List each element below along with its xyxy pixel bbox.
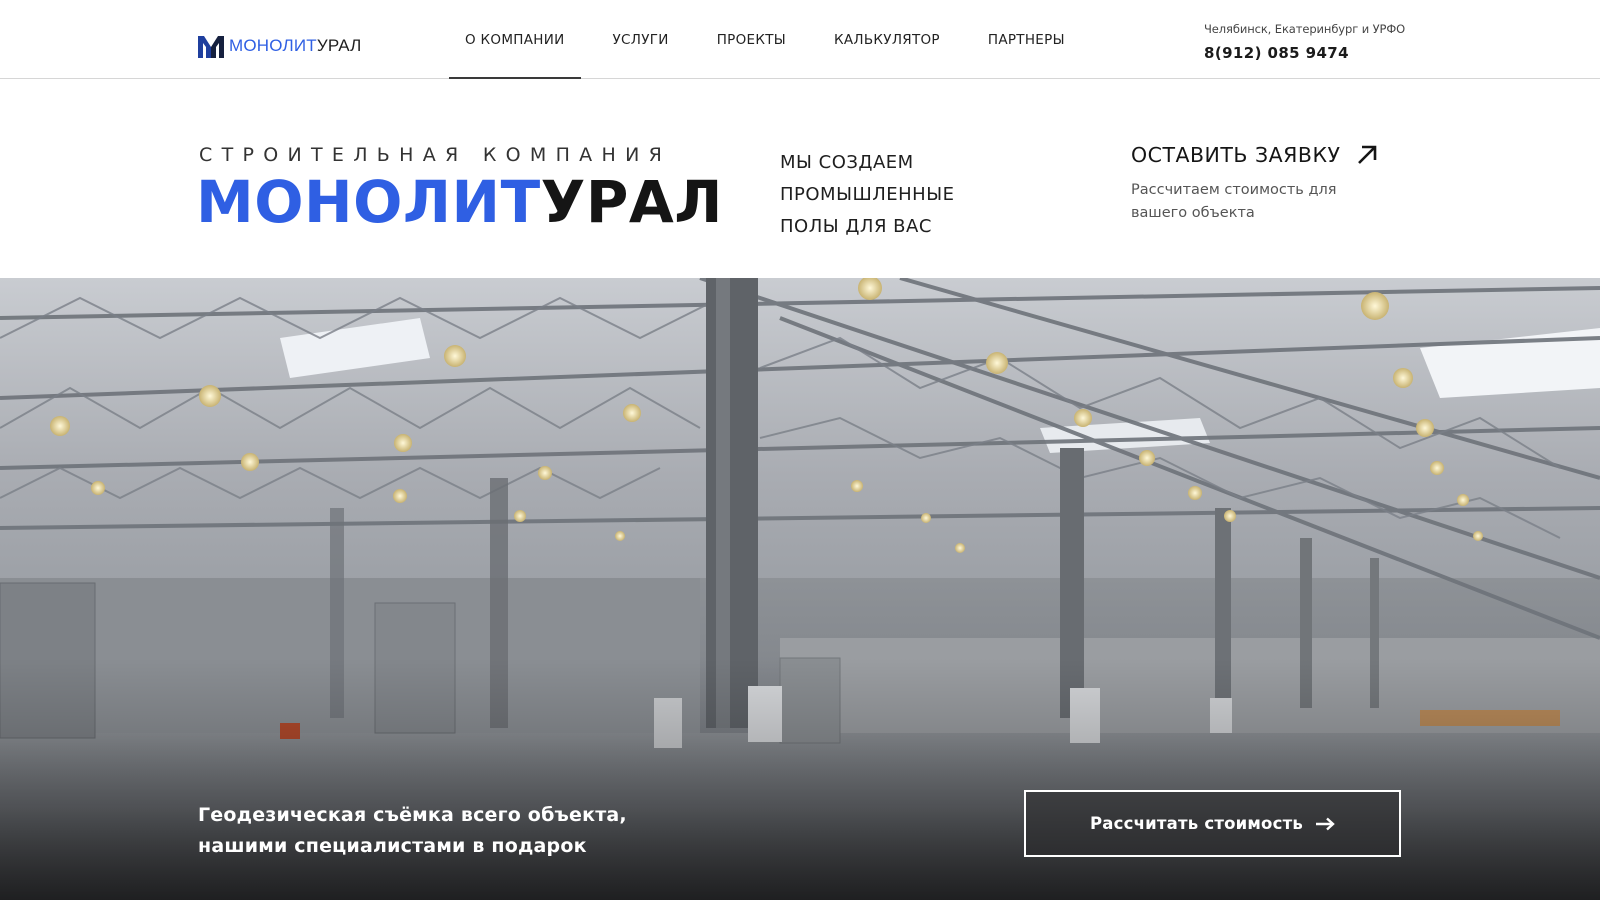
- request-note: Рассчитаем стоимость для вашего объекта: [1131, 182, 1337, 221]
- intro-section: СТРОИТЕЛЬНАЯ КОМПАНИЯ МОНОЛИТУРАЛ МЫ СОЗ…: [0, 79, 1600, 278]
- calculate-cost-button[interactable]: Рассчитать стоимость: [1024, 790, 1401, 857]
- brand-title-blue: МОНОЛИТ: [196, 168, 541, 236]
- nav-item-projects[interactable]: ПРОЕКТЫ: [701, 0, 802, 79]
- phone-link[interactable]: 8(912) 085 9474: [1204, 44, 1405, 62]
- hero-banner: Геодезическая съёмка всего объекта, наши…: [0, 278, 1600, 900]
- calculate-cost-label: Рассчитать стоимость: [1090, 814, 1303, 833]
- leave-request-label: ОСТАВИТЬ ЗАЯВКУ: [1131, 143, 1341, 167]
- slogan: МЫ СОЗДАЕМ ПРОМЫШЛЕННЫЕ ПОЛЫ ДЛЯ ВАС: [780, 147, 954, 243]
- site-header: МОНОЛИТУРАЛ О КОМПАНИИ УСЛУГИ ПРОЕКТЫ КА…: [0, 0, 1600, 80]
- region-text: Челябинск, Екатеринбург и УРФО: [1204, 22, 1406, 36]
- nav-item-services[interactable]: УСЛУГИ: [597, 0, 685, 79]
- arrow-up-right-icon: [1357, 145, 1376, 164]
- promo-line: Геодезическая съёмка всего объекта,: [198, 804, 627, 826]
- brand-title: МОНОЛИТУРАЛ: [196, 173, 723, 231]
- leave-request-link[interactable]: ОСТАВИТЬ ЗАЯВКУ: [1131, 143, 1378, 167]
- nav-item-partners[interactable]: ПАРТНЕРЫ: [972, 0, 1081, 79]
- brand-title-dark: УРАЛ: [540, 168, 723, 236]
- logo-mark-icon: [198, 36, 224, 58]
- company-type-subtitle: СТРОИТЕЛЬНАЯ КОМПАНИЯ: [199, 144, 672, 166]
- contact-block: Челябинск, Екатеринбург и УРФО 8(912) 08…: [1204, 22, 1405, 62]
- slogan-line: ПОЛЫ ДЛЯ ВАС: [780, 216, 932, 237]
- nav-item-about[interactable]: О КОМПАНИИ: [449, 0, 581, 80]
- arrow-right-icon: [1315, 817, 1335, 830]
- logo[interactable]: МОНОЛИТУРАЛ: [198, 34, 362, 58]
- slogan-line: МЫ СОЗДАЕМ: [780, 152, 914, 173]
- nav-item-calculator[interactable]: КАЛЬКУЛЯТОР: [818, 0, 956, 79]
- request-block: ОСТАВИТЬ ЗАЯВКУ Рассчитаем стоимость для…: [1131, 143, 1378, 225]
- main-nav: О КОМПАНИИ УСЛУГИ ПРОЕКТЫ КАЛЬКУЛЯТОР ПА…: [449, 0, 1081, 80]
- logo-text-blue: МОНОЛИТ: [229, 36, 317, 55]
- logo-text-dark: УРАЛ: [316, 36, 362, 55]
- slogan-line: ПРОМЫШЛЕННЫЕ: [780, 184, 955, 205]
- logo-text: МОНОЛИТУРАЛ: [229, 36, 362, 56]
- promo-text: Геодезическая съёмка всего объекта, наши…: [198, 800, 627, 862]
- promo-line: нашими специалистами в подарок: [198, 835, 587, 857]
